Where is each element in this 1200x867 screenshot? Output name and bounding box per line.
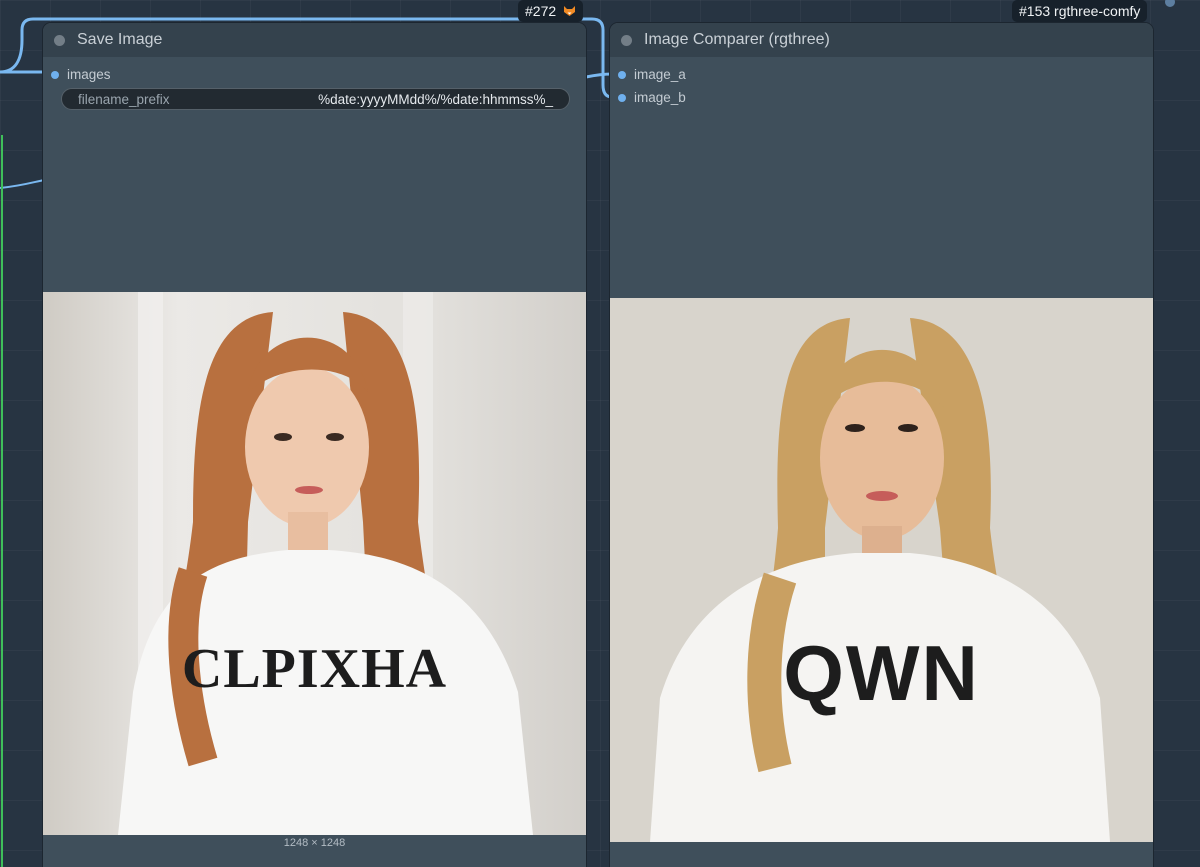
- slot-label: images: [67, 67, 111, 82]
- node-id-badge-save: #272: [518, 0, 584, 22]
- widget-value: %date:yyyyMMdd%/%date:hhmmss%_: [318, 91, 553, 107]
- node-title-bar[interactable]: Save Image: [43, 23, 586, 57]
- input-slot-image-b[interactable]: image_b: [618, 90, 686, 105]
- input-dot-icon[interactable]: [618, 93, 626, 102]
- portrait-photo: [610, 298, 1153, 842]
- image-dimensions: 1248 × 1248: [283, 837, 346, 849]
- shirt-text: QWN: [783, 629, 980, 717]
- filename-prefix-widget[interactable]: filename_prefix %date:yyyyMMdd%/%date:hh…: [61, 88, 570, 110]
- comparer-image-preview[interactable]: QWN: [610, 298, 1153, 842]
- node-id-text: #153 rgthree-comfy: [1019, 3, 1141, 19]
- node-title: Image Comparer (rgthree): [644, 31, 830, 48]
- save-image-node[interactable]: Save Image images filename_prefix %date:…: [43, 23, 586, 867]
- collapse-dot-icon[interactable]: [621, 34, 632, 46]
- portrait-photo: [43, 292, 586, 835]
- node-id-badge-comparer: #153 rgthree-comfy: [1012, 0, 1148, 22]
- gear-icon: [1165, 0, 1175, 7]
- slot-label: image_b: [634, 90, 686, 105]
- collapse-dot-icon[interactable]: [54, 34, 65, 46]
- widget-label: filename_prefix: [78, 91, 170, 107]
- input-slot-image-a[interactable]: image_a: [618, 67, 686, 82]
- node-title: Save Image: [77, 31, 163, 48]
- input-dot-icon[interactable]: [618, 70, 626, 79]
- node-id-text: #272: [525, 3, 557, 19]
- image-comparer-node[interactable]: Image Comparer (rgthree) image_a image_b…: [610, 23, 1153, 867]
- link-offscreen: [0, 179, 45, 189]
- fox-icon: [563, 1, 576, 16]
- input-dot-icon[interactable]: [51, 70, 59, 79]
- input-slot-images[interactable]: images: [51, 67, 111, 82]
- image-preview[interactable]: CLPIXHA: [43, 292, 586, 835]
- slot-label: image_a: [634, 67, 686, 82]
- node-title-bar[interactable]: Image Comparer (rgthree): [610, 23, 1153, 57]
- link-to-image-a: [585, 72, 613, 79]
- shirt-text: CLPIXHA: [181, 638, 448, 700]
